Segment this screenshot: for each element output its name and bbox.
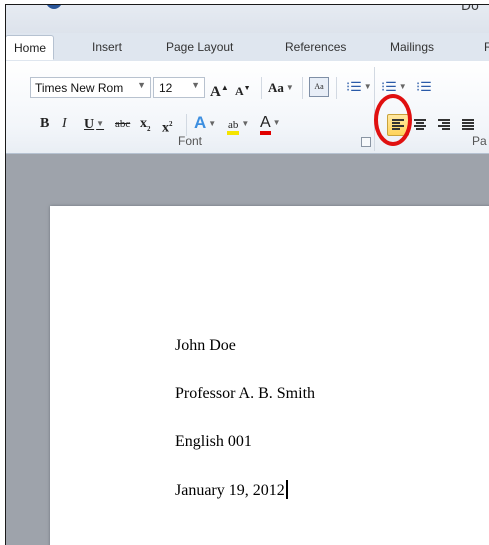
font-size-value: 12 xyxy=(159,81,173,95)
document-workspace: John Doe Professor A. B. Smith English 0… xyxy=(6,154,489,545)
document-page[interactable]: John Doe Professor A. B. Smith English 0… xyxy=(50,206,489,545)
tab-page-layout[interactable]: Page Layout xyxy=(166,40,233,54)
bullets-icon[interactable]: ⁝☰ ▼ xyxy=(346,77,372,97)
change-case-button[interactable]: Aa ▼ xyxy=(268,78,294,98)
strikethrough-button[interactable]: abc xyxy=(115,114,130,134)
chevron-down-icon: ▼ xyxy=(363,82,372,91)
align-right-icon[interactable] xyxy=(438,119,450,131)
annotation-circle xyxy=(374,94,412,146)
highlight-label: ab xyxy=(227,119,240,135)
chevron-down-icon: ▼ xyxy=(272,118,281,127)
grow-arrow-icon: ▲ xyxy=(220,83,229,92)
highlight-color-button[interactable]: ab ▼ xyxy=(227,114,249,135)
superscript-2-icon: 2 xyxy=(169,120,173,128)
superscript-button[interactable]: x2 xyxy=(162,114,173,139)
font-size-box[interactable]: 12 ▼ xyxy=(153,77,205,98)
text-effects-label: A xyxy=(194,113,207,132)
text-effects-button[interactable]: A ▼ xyxy=(194,113,216,134)
tab-mailings[interactable]: Mailings xyxy=(390,40,434,54)
underline-label: U xyxy=(84,117,95,132)
paragraph-group-label: Pa xyxy=(472,134,487,148)
multilevel-list-icon[interactable]: ⁝☰ xyxy=(416,77,432,97)
doc-line-name[interactable]: John Doe xyxy=(175,337,236,355)
font-group-label: Font xyxy=(178,134,203,148)
change-case-label: Aa xyxy=(268,80,284,95)
superscript-label: x xyxy=(162,120,169,136)
chevron-down-icon: ▼ xyxy=(96,119,105,128)
chevron-down-icon: ▼ xyxy=(398,82,407,91)
word-app-icon[interactable] xyxy=(46,5,62,9)
chevron-down-icon: ▼ xyxy=(285,83,294,92)
italic-button[interactable]: I xyxy=(62,114,67,134)
justify-icon[interactable] xyxy=(462,119,474,131)
doc-line-professor[interactable]: Professor A. B. Smith xyxy=(175,385,315,403)
shrink-font-button[interactable]: A▼ xyxy=(235,78,251,101)
tab-review[interactable]: R xyxy=(484,40,489,54)
title-bar: Do xyxy=(6,5,489,33)
chevron-down-icon[interactable]: ▼ xyxy=(191,80,200,90)
home-ribbon: Times New Rom ▼ 12 ▼ A▲ A▼ Aa ▼ Aa ⁝☰ ▼ ⁝☰… xyxy=(6,61,489,154)
ribbon-divider xyxy=(261,77,262,99)
font-dialog-launcher-icon[interactable] xyxy=(361,137,371,147)
grow-font-button[interactable]: A▲ xyxy=(210,78,229,102)
subscript-2-icon: 2 xyxy=(147,124,151,133)
window-title: Do xyxy=(461,4,479,14)
text-cursor xyxy=(285,480,288,499)
shrink-arrow-icon: ▼ xyxy=(243,84,251,92)
subscript-label: x xyxy=(140,116,147,131)
font-color-label: A xyxy=(260,114,271,135)
chevron-down-icon[interactable]: ▼ xyxy=(137,80,146,90)
doc-line-date[interactable]: January 19, 2012 xyxy=(175,480,288,500)
ribbon-divider xyxy=(302,77,303,99)
doc-line-course[interactable]: English 001 xyxy=(175,433,252,451)
clear-formatting-icon[interactable]: Aa xyxy=(309,77,329,97)
chevron-down-icon: ▼ xyxy=(241,119,250,128)
underline-button[interactable]: U ▼ xyxy=(84,114,104,135)
ribbon-divider xyxy=(336,77,337,99)
word-window: Do Home Insert Page Layout References Ma… xyxy=(5,4,489,545)
subscript-button[interactable]: x2 xyxy=(140,114,151,139)
tab-insert[interactable]: Insert xyxy=(92,40,122,54)
shrink-font-label: A xyxy=(235,84,244,98)
font-color-button[interactable]: A ▼ xyxy=(260,113,281,135)
ribbon-tab-bar: Home Insert Page Layout References Maili… xyxy=(6,33,489,62)
grow-font-label: A xyxy=(210,84,221,100)
bold-button[interactable]: B xyxy=(40,114,49,134)
font-name-box[interactable]: Times New Rom ▼ xyxy=(30,77,151,98)
tab-home[interactable]: Home xyxy=(6,35,55,60)
doc-line-date-text: January 19, 2012 xyxy=(175,482,285,499)
font-name-value: Times New Rom xyxy=(35,81,124,95)
ribbon-divider xyxy=(186,114,187,136)
chevron-down-icon: ▼ xyxy=(208,119,217,128)
tab-references[interactable]: References xyxy=(285,40,346,54)
center-align-icon[interactable] xyxy=(414,119,426,131)
